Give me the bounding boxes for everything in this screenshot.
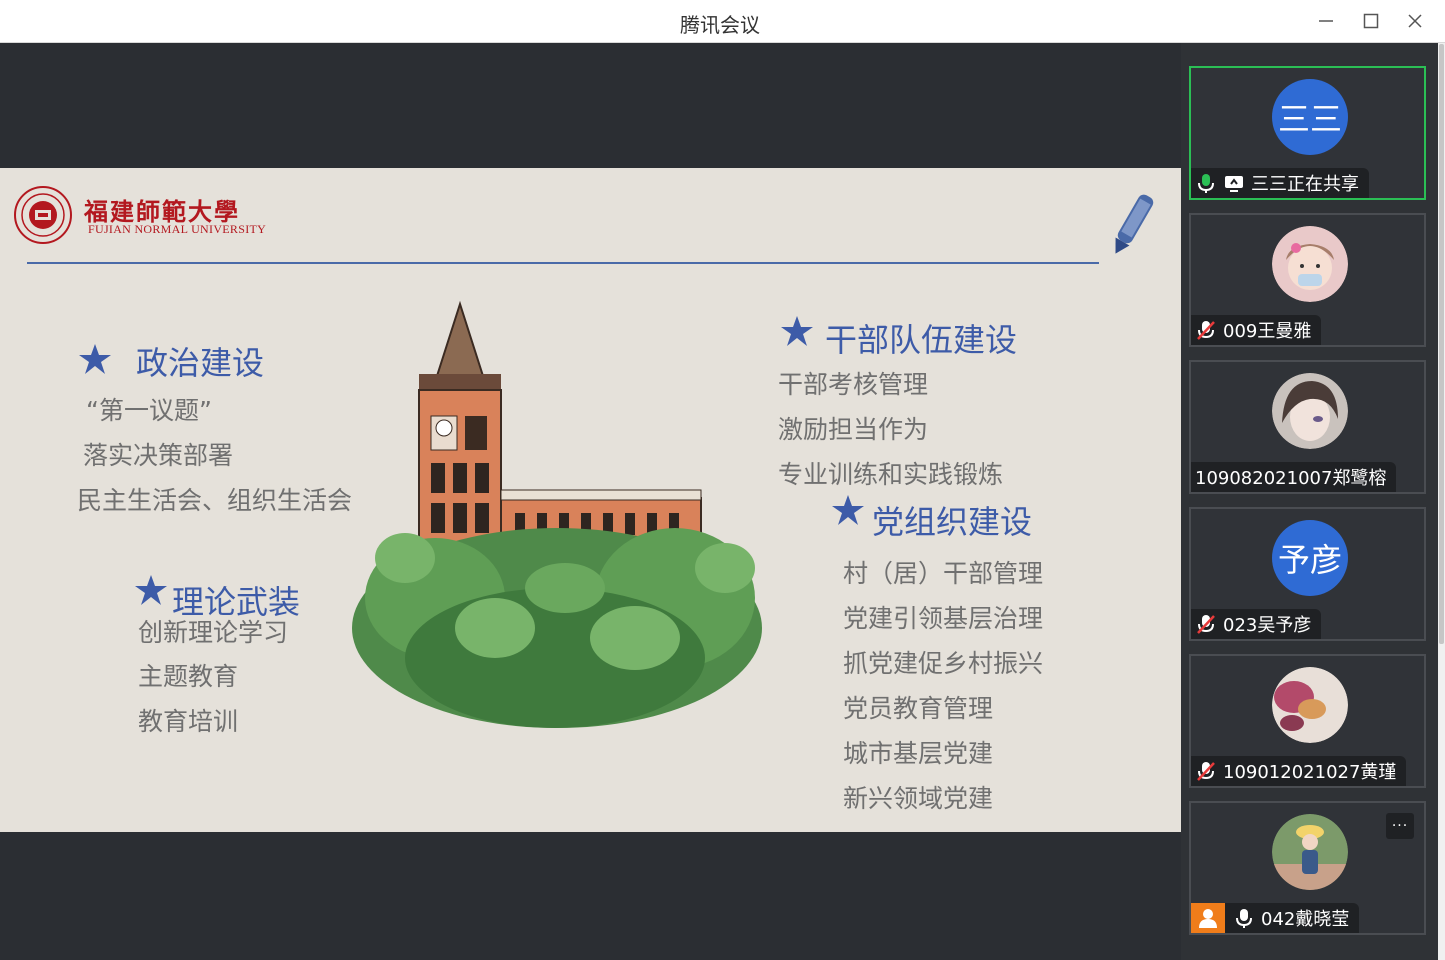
mic-muted-icon	[1197, 615, 1215, 634]
participant-namebar: 10908202​1007郑鹭榕	[1191, 462, 1397, 492]
participant-name: 10908202​1007郑鹭榕	[1195, 468, 1387, 489]
presentation-slide: 福建師範大學 FUJIAN NORMAL UNIVERSITY 政治建设 “第一…	[0, 168, 1181, 832]
star-icon	[135, 575, 167, 605]
section-item: 专业训练和实践锻炼	[778, 460, 1004, 489]
participant-name: 009王曼雅	[1223, 321, 1312, 342]
star-icon	[832, 495, 864, 525]
mic-muted-icon	[1197, 762, 1215, 781]
participant-name: 109012021027黄瑾	[1223, 762, 1397, 783]
participant-namebar: 023吴予彦	[1191, 609, 1322, 639]
participant-name: 三三正在共享	[1251, 174, 1359, 195]
section-item: 城市基层党建	[843, 739, 994, 768]
university-name-en: FUJIAN NORMAL UNIVERSITY	[88, 222, 267, 236]
section-item: 新兴领域党建	[843, 784, 994, 813]
participant-tile[interactable]: ··· 042戴晓莹	[1189, 801, 1426, 935]
minimize-icon[interactable]	[1313, 8, 1339, 34]
section-heading: 党组织建设	[872, 503, 1033, 541]
avatar	[1272, 667, 1348, 743]
section-item: 党员教育管理	[843, 694, 994, 723]
avatar: 予彦	[1272, 520, 1348, 596]
participant-namebar: 042戴晓莹	[1191, 903, 1360, 933]
participant-name: 023吴予彦	[1223, 615, 1312, 636]
screen-share-icon	[1225, 176, 1243, 192]
section-item: 创新理论学习	[138, 618, 289, 647]
shared-screen-area: 福建師範大學 FUJIAN NORMAL UNIVERSITY 政治建设 “第一…	[0, 43, 1181, 960]
participant-namebar: 三三正在共享	[1191, 168, 1369, 198]
section-item: “第一议题”	[86, 396, 212, 425]
maximize-icon[interactable]	[1358, 8, 1384, 34]
pen-icon	[1115, 194, 1154, 254]
section-item: 民主生活会、组织生活会	[77, 486, 353, 515]
participant-tile[interactable]: 109012021027黄瑾	[1189, 654, 1426, 788]
participant-name: 042戴晓莹	[1261, 909, 1350, 930]
avatar	[1272, 814, 1348, 890]
star-icon	[79, 344, 111, 374]
close-icon[interactable]	[1402, 8, 1428, 34]
participant-tile[interactable]: 予彦 023吴予彦	[1189, 507, 1426, 641]
section-item: 抓党建促乡村振兴	[843, 649, 1044, 678]
participant-tile[interactable]: 10908202​1007郑鹭榕	[1189, 360, 1426, 494]
clock-tower-illustration	[352, 300, 762, 728]
mic-muted-icon	[1197, 321, 1215, 340]
section-heading: 政治建设	[136, 344, 265, 382]
star-icon	[781, 316, 813, 346]
mic-on-icon	[1198, 174, 1214, 193]
participant-tile[interactable]: 三三 三三正在共享	[1189, 66, 1426, 200]
avatar	[1272, 373, 1348, 449]
participant-tile[interactable]: 009王曼雅	[1189, 213, 1426, 347]
section-item: 干部考核管理	[778, 370, 929, 399]
section-item: 落实决策部署	[83, 441, 234, 470]
avatar: 三三	[1272, 79, 1348, 155]
section-item: 教育培训	[138, 707, 239, 736]
participant-namebar: 009王曼雅	[1191, 315, 1322, 345]
university-logo	[14, 186, 72, 244]
scrollbar-thumb[interactable]	[1439, 44, 1444, 644]
mic-on-icon	[1236, 909, 1252, 928]
title-bar: 腾讯会议	[0, 0, 1445, 43]
section-heading: 干部队伍建设	[825, 321, 1018, 359]
avatar	[1272, 226, 1348, 302]
host-icon	[1191, 903, 1225, 933]
header-divider	[27, 262, 1099, 264]
more-options-button[interactable]: ···	[1386, 813, 1414, 839]
section-item: 村（居）干部管理	[843, 559, 1044, 588]
section-item: 主题教育	[138, 662, 239, 691]
window-title: 腾讯会议	[680, 13, 760, 37]
participant-namebar: 109012021027黄瑾	[1191, 756, 1407, 786]
section-item: 党建引领基层治理	[843, 604, 1044, 633]
section-item: 激励担当作为	[778, 415, 929, 444]
